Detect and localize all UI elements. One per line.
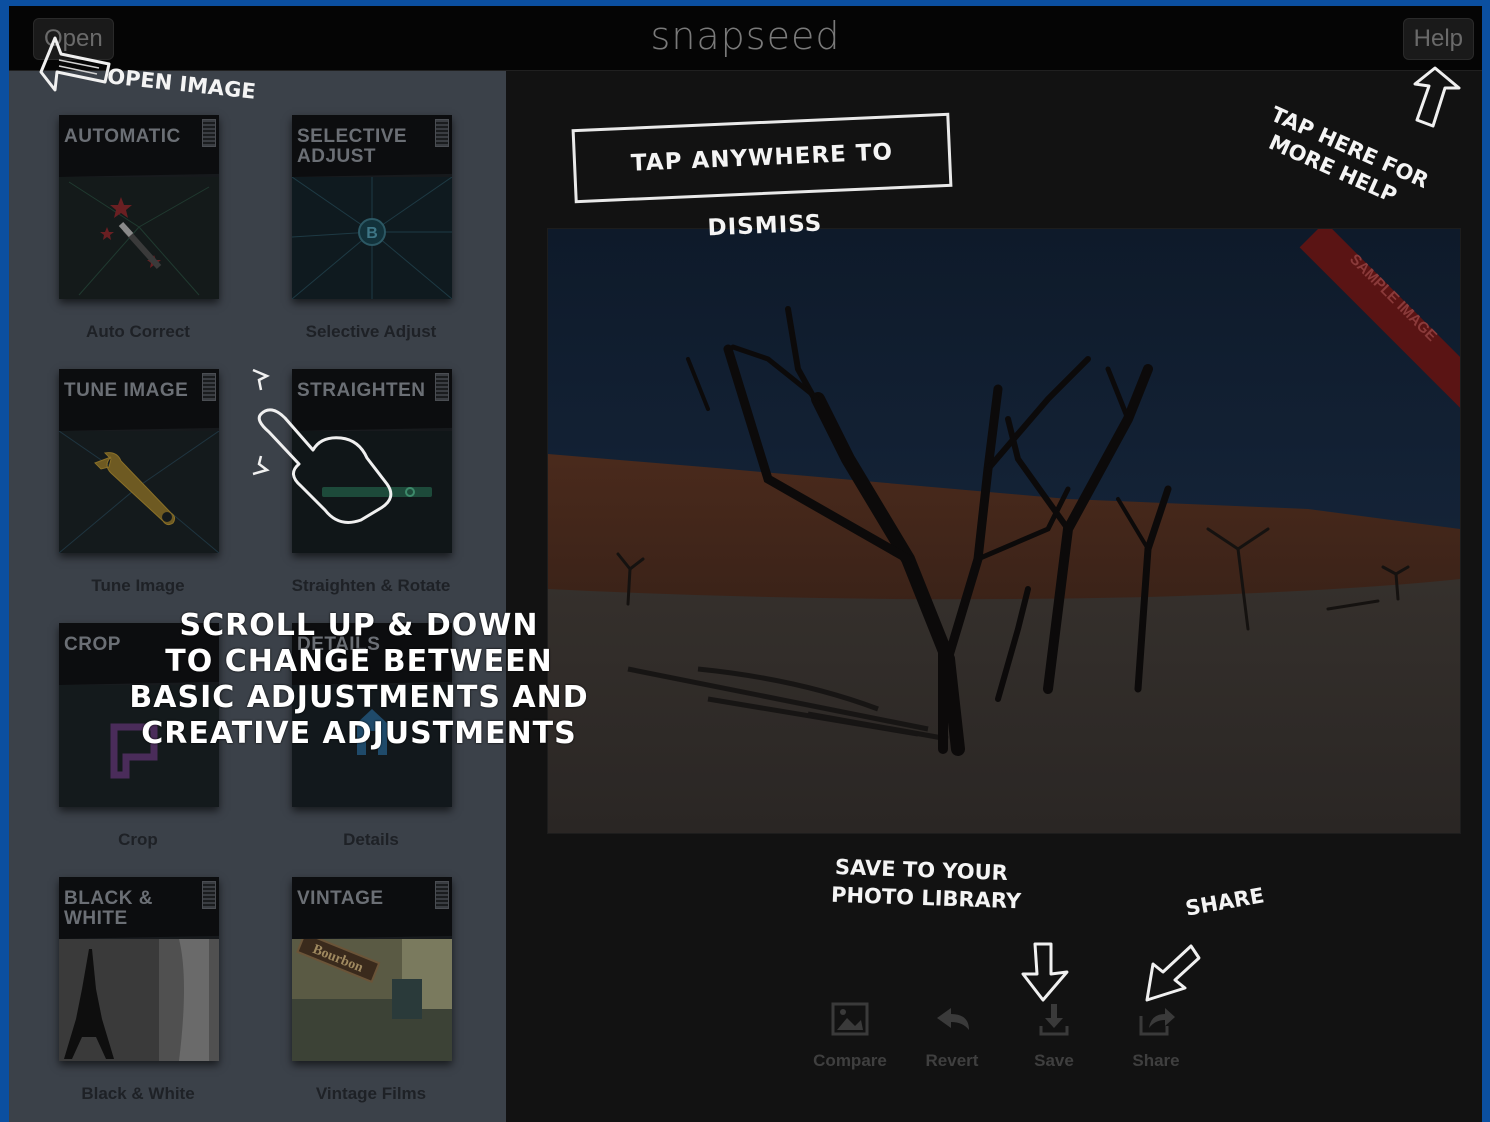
point-letter: B <box>366 225 378 242</box>
help-arrow-icon <box>1413 66 1461 128</box>
revert-arrow-icon <box>937 1008 969 1030</box>
tool-tile[interactable]: BLACK & WHITE <box>59 877 219 1061</box>
help-button[interactable]: Help <box>1402 18 1474 60</box>
scroll-annotation: SCROLL UP & DOWN TO CHANGE BETWEEN BASIC… <box>129 608 589 752</box>
share-arrow-icon <box>1145 944 1201 1002</box>
revert-button[interactable]: Revert <box>907 1000 997 1071</box>
tool-tune-image[interactable]: TUNE IMAGE Tune Image <box>9 325 243 595</box>
vintage-sign-icon: Bourbon <box>292 939 452 1061</box>
tile-tab-icon <box>202 881 216 909</box>
tool-tile-title: TUNE IMAGE <box>64 380 189 401</box>
wrench-icon <box>59 431 219 553</box>
save-label: Save <box>1034 1051 1074 1070</box>
scroll-annotation-line: BASIC ADJUSTMENTS AND <box>129 680 589 715</box>
tool-label: Black & White <box>81 1084 195 1103</box>
tool-tile-title: AUTOMATIC <box>64 126 181 147</box>
tool-selective-adjust[interactable]: SELECTIVE ADJUST B Selective Adjust <box>242 71 476 341</box>
tool-tile-title: BLACK & WHITE <box>64 888 153 929</box>
scroll-annotation-line: CREATIVE ADJUSTMENTS <box>141 716 577 751</box>
share-annotation: SHARE <box>1183 883 1266 921</box>
tool-label: Vintage Films <box>315 1084 427 1103</box>
sample-photo[interactable]: SAMPLE IMAGE <box>548 229 1460 833</box>
eiffel-tower-icon <box>59 939 219 1061</box>
desert-tree-image: SAMPLE IMAGE <box>548 229 1460 833</box>
auto-correct-wand-icon <box>59 177 219 299</box>
dismiss-annotation[interactable]: TAP ANYWHERE TO DISMISS <box>571 112 953 241</box>
tool-tile[interactable]: TUNE IMAGE <box>59 369 219 553</box>
tile-tab-icon <box>435 119 449 147</box>
app-screen: Open snapseed Help AUTOMATIC Auto Correc… <box>9 6 1482 1122</box>
tool-black-white[interactable]: BLACK & WHITE Black & White <box>9 833 243 1103</box>
share-export-icon <box>1139 1008 1175 1036</box>
scroll-annotation-line: TO CHANGE BETWEEN <box>165 644 553 679</box>
tool-tile-title: SELECTIVE ADJUST <box>297 126 408 167</box>
tool-auto-correct[interactable]: AUTOMATIC Auto Correct <box>9 71 243 341</box>
save-button[interactable]: Save <box>1009 1000 1099 1071</box>
compare-image-icon <box>831 1002 869 1036</box>
compare-button[interactable]: Compare <box>805 1000 895 1071</box>
tile-tab-icon <box>202 373 216 401</box>
scroll-annotation-line: SCROLL UP & DOWN <box>179 608 539 643</box>
tile-tab-icon <box>435 373 449 401</box>
save-annotation-line1: SAVE TO YOUR <box>834 854 1009 886</box>
tile-tab-icon <box>202 119 216 147</box>
revert-label: Revert <box>925 1051 979 1070</box>
selective-point-icon: B <box>292 177 452 299</box>
scroll-hand-icon <box>252 368 393 524</box>
save-download-icon <box>1039 1004 1069 1036</box>
tool-tile[interactable]: AUTOMATIC <box>59 115 219 299</box>
share-label: Share <box>1132 1051 1180 1070</box>
share-button[interactable]: Share <box>1111 1000 1201 1071</box>
open-arrow-icon <box>39 36 111 92</box>
app-title: snapseed <box>650 14 841 58</box>
tools-sidebar[interactable]: AUTOMATIC Auto Correct SELECTIVE ADJUST … <box>9 71 506 1122</box>
tile-tab-icon <box>435 881 449 909</box>
tool-tile[interactable]: SELECTIVE ADJUST B <box>292 115 452 299</box>
tool-vintage-films[interactable]: VINTAGE Bourbon Vintage Films <box>242 833 476 1103</box>
save-arrow-icon <box>1021 942 1069 1002</box>
compare-label: Compare <box>813 1051 887 1070</box>
tool-tile[interactable]: VINTAGE Bourbon <box>292 877 452 1061</box>
save-annotation-line2: PHOTO LIBRARY <box>830 882 1022 914</box>
tool-tile-title: VINTAGE <box>297 888 384 909</box>
top-bar: Open snapseed Help <box>9 6 1482 71</box>
